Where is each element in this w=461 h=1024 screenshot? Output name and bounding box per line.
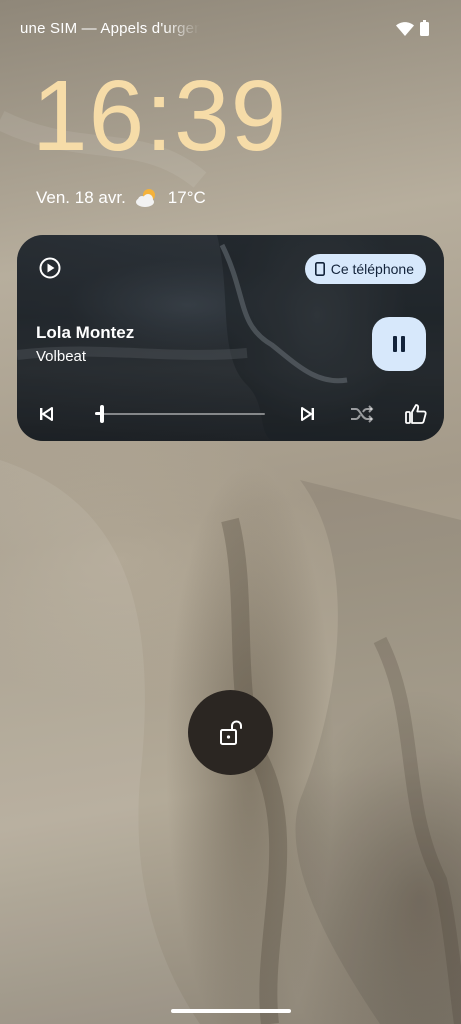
lockscreen-clock: 16:39 bbox=[32, 60, 288, 172]
previous-icon bbox=[40, 407, 53, 421]
previous-button[interactable] bbox=[35, 403, 57, 425]
seek-track bbox=[95, 413, 265, 415]
seek-thumb[interactable] bbox=[100, 405, 104, 423]
seek-bar[interactable] bbox=[91, 405, 265, 423]
date-text: Ven. 18 avr. bbox=[36, 188, 126, 207]
thumb-up-icon bbox=[405, 404, 427, 424]
song-title: Lola Montez bbox=[36, 323, 135, 342]
status-bar: une SIM — Appels d'urgence bbox=[0, 0, 461, 52]
next-icon bbox=[301, 407, 314, 421]
artist-name: Volbeat bbox=[36, 348, 87, 365]
pause-icon bbox=[393, 336, 405, 352]
output-device-label: Ce téléphone bbox=[330, 261, 414, 277]
partly-cloudy-icon bbox=[135, 189, 155, 207]
shuffle-icon bbox=[351, 405, 374, 423]
wifi-icon bbox=[396, 22, 414, 36]
next-button[interactable] bbox=[297, 403, 319, 425]
shuffle-button[interactable] bbox=[349, 403, 375, 425]
play-circle-icon[interactable] bbox=[39, 257, 61, 279]
home-gesture-bar[interactable] bbox=[171, 1009, 291, 1013]
unlock-icon bbox=[219, 719, 242, 745]
battery-icon bbox=[420, 20, 429, 36]
media-player-card[interactable]: Ce téléphone Lola Montez Volbeat bbox=[17, 235, 444, 441]
pause-button[interactable] bbox=[372, 317, 426, 371]
thumb-up-button[interactable] bbox=[403, 403, 429, 425]
date-weather-row[interactable]: Ven. 18 avr. 17°C bbox=[36, 187, 206, 209]
unlock-button[interactable] bbox=[188, 690, 273, 775]
phone-icon bbox=[314, 262, 325, 276]
temperature-text: 17°C bbox=[167, 188, 206, 207]
output-device-chip[interactable]: Ce téléphone bbox=[304, 254, 426, 284]
carrier-text: une SIM — Appels d'urgence bbox=[20, 20, 200, 37]
